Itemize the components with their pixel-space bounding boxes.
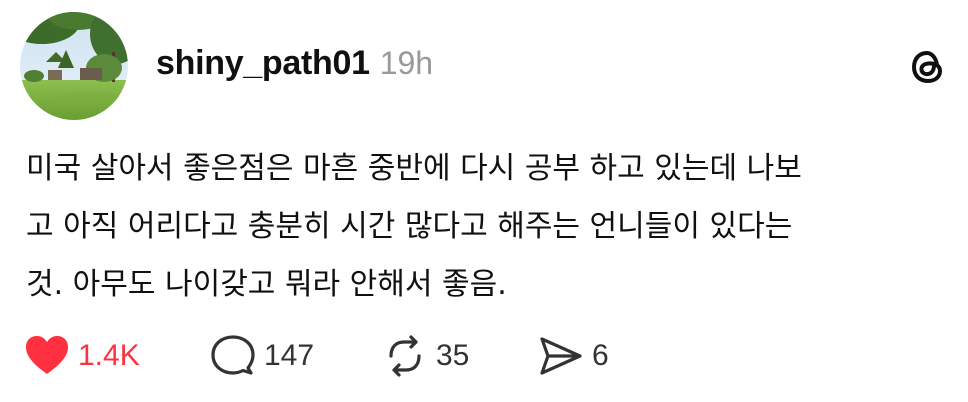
repost-count: 35 [436,339,470,372]
post-header: shiny_path01 19h [156,44,433,92]
post: shiny_path01 19h 미국 살아서 좋은점은 마흔 중반에 다시 공… [0,0,968,402]
post-body: 미국 살아서 좋은점은 마흔 중반에 다시 공부 하고 있는데 나보 고 아직 … [26,140,951,314]
post-body-line: 미국 살아서 좋은점은 마흔 중반에 다시 공부 하고 있는데 나보 [26,151,802,186]
username[interactable]: shiny_path01 [156,44,370,83]
avatar[interactable] [20,12,128,120]
avatar-photo [20,12,128,120]
share-icon [540,337,582,375]
share-count: 6 [592,339,609,372]
repost-icon [389,335,421,377]
post-body-line: 것. 아무도 나이갖고 뭐라 안해서 좋음. [26,267,507,302]
threads-logo-icon[interactable] [906,45,950,89]
post-body-line: 고 아직 어리다고 충분히 시간 많다고 해주는 언니들이 있다는 [26,209,793,244]
post-timestamp: 19h [379,45,434,81]
like-count: 1.4K [78,339,140,372]
like-button[interactable]: 1.4K [24,334,140,378]
repost-button[interactable]: 35 [382,334,469,378]
share-button[interactable]: 6 [538,334,609,378]
reply-button[interactable]: 147 [210,334,314,378]
reply-count: 147 [264,339,315,372]
heart-icon [26,336,68,374]
comment-icon [211,335,255,375]
